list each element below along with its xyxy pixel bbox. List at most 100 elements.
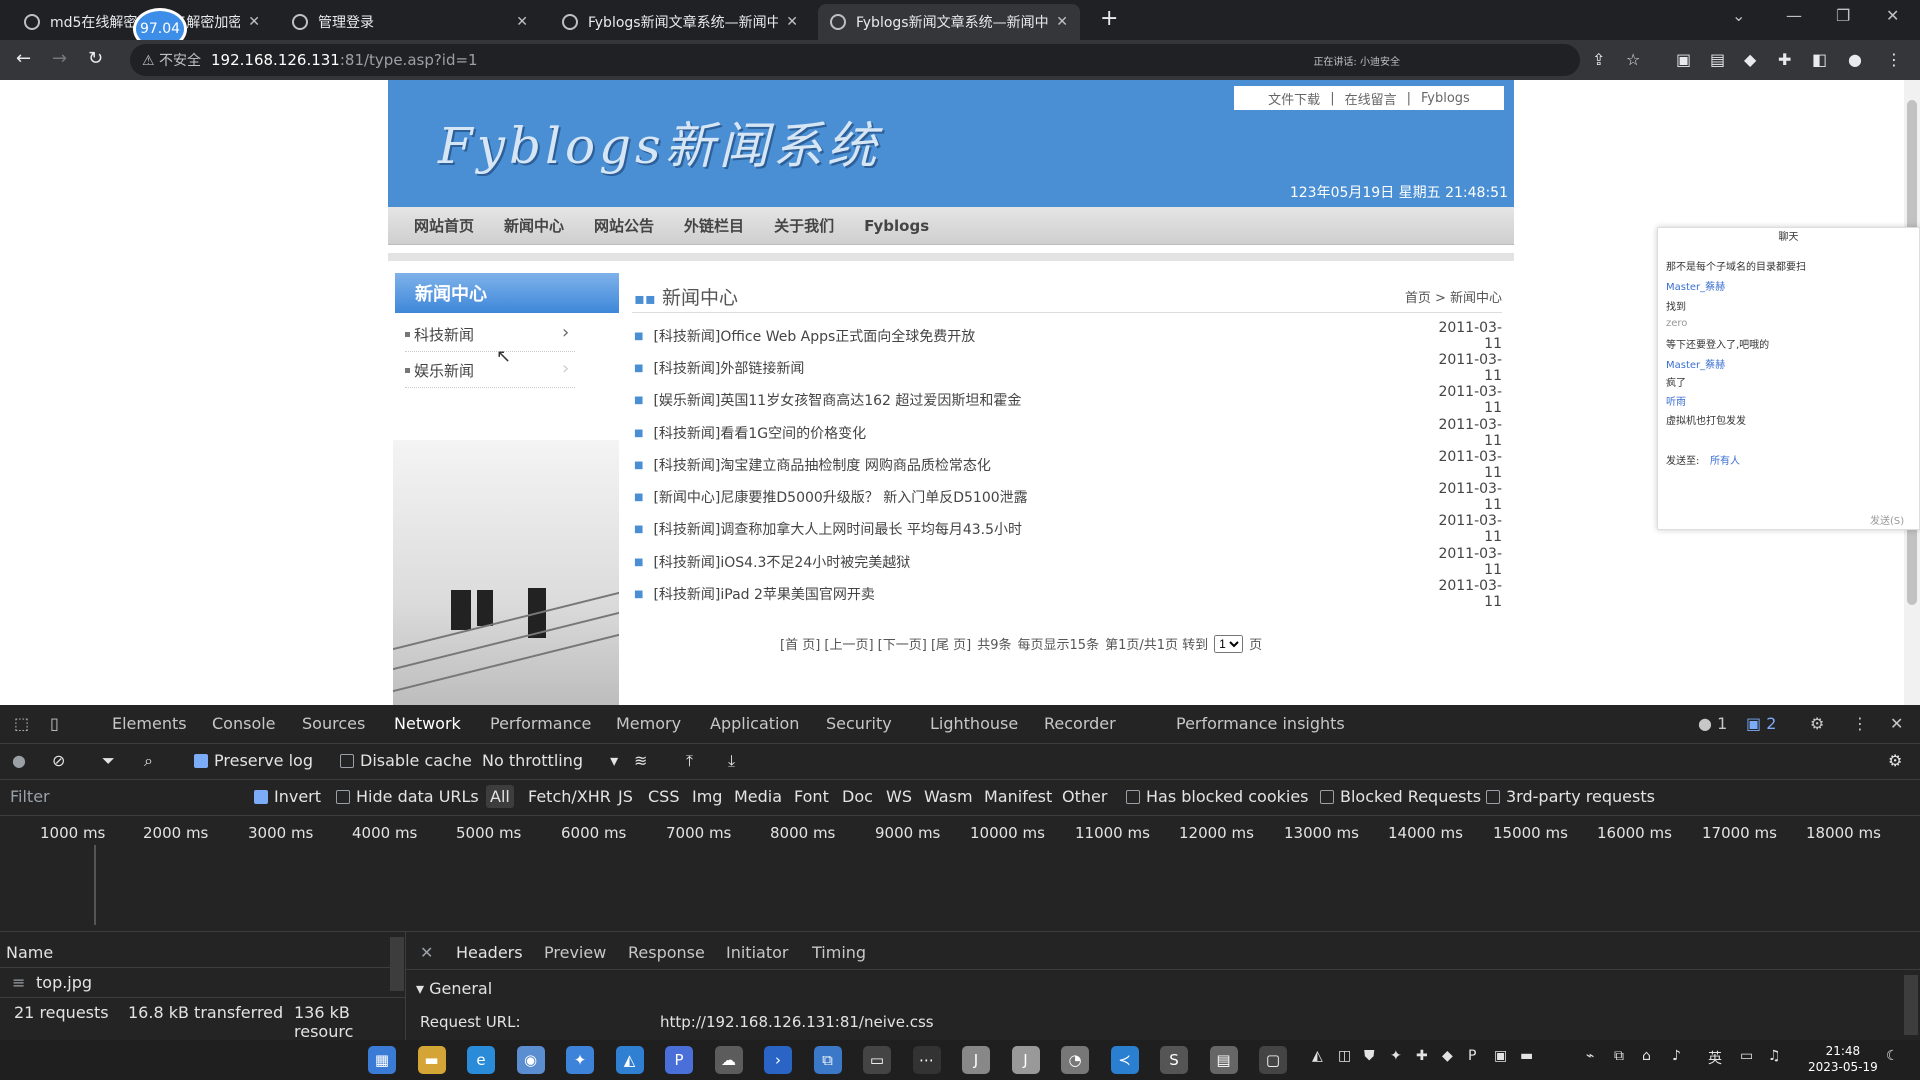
taskbar-app7-icon[interactable]: P	[665, 1046, 693, 1074]
taskbar-app18-icon[interactable]: ▤	[1209, 1046, 1238, 1074]
menu-kebab-icon[interactable]: ⋮	[1886, 50, 1902, 69]
sidebar-item-entertainment-news[interactable]: 娱乐新闻	[405, 354, 575, 388]
detail-tab-headers[interactable]: Headers	[456, 943, 523, 962]
filter-type-other[interactable]: Other	[1062, 787, 1107, 806]
has-blocked-cookies-checkbox[interactable]: Has blocked cookies	[1126, 787, 1309, 806]
clear-icon[interactable]: ⊘	[52, 751, 65, 770]
tab-news-center-active[interactable]: Fyblogs新闻文章系统—新闻中心 ✕	[818, 4, 1080, 40]
taskbar-app15-icon[interactable]: ◔	[1061, 1046, 1089, 1074]
tab-lighthouse[interactable]: Lighthouse	[930, 714, 1018, 733]
close-tab-icon[interactable]: ✕	[1056, 14, 1068, 30]
news-item[interactable]: ■ [娱乐新闻]英国11岁女孩智商高达162 超过爱因斯坦和霍金 2011-03-1…	[632, 384, 1502, 416]
tab-elements[interactable]: Elements	[112, 714, 187, 733]
taskbar-vscode-icon[interactable]: ≺	[1110, 1046, 1139, 1074]
detail-tab-response[interactable]: Response	[628, 943, 705, 962]
detail-tab-timing[interactable]: Timing	[812, 943, 866, 962]
search-icon[interactable]: ⌕	[144, 751, 153, 771]
news-item[interactable]: ■ [科技新闻]Office Web Apps正式面向全球免费开放 2011-03-…	[632, 320, 1502, 352]
menu-external-links[interactable]: 外链栏目	[684, 215, 744, 236]
sidebar-item-tech-news[interactable]: 科技新闻	[405, 318, 575, 352]
taskbar-app6-icon[interactable]: ◭	[615, 1046, 644, 1074]
extension-a-icon[interactable]: ▣	[1676, 50, 1691, 69]
tray-app-e-icon[interactable]: ◆	[1442, 1048, 1453, 1064]
blocked-requests-checkbox[interactable]: Blocked Requests	[1320, 787, 1481, 806]
devtools-close-icon[interactable]: ✕	[1890, 714, 1903, 733]
new-tab-button[interactable]: +	[1100, 6, 1118, 31]
filter-type-manifest[interactable]: Manifest	[984, 787, 1052, 806]
back-icon[interactable]: ←	[16, 48, 31, 69]
tray-app-d-icon[interactable]: ✚	[1416, 1048, 1428, 1064]
tray-app-g-icon[interactable]: ▣	[1494, 1048, 1507, 1064]
taskbar-app14-icon[interactable]: J	[1011, 1046, 1040, 1074]
display-tray-icon[interactable]: ⧉	[1614, 1048, 1624, 1064]
news-item[interactable]: ■ [新闻中心]尼康要推D5000升级版？ 新入门单反D5100泄露 2011-03…	[632, 481, 1502, 513]
detail-tab-preview[interactable]: Preview	[544, 943, 606, 962]
network-conditions-icon[interactable]: ≋	[634, 751, 647, 770]
news-title[interactable]: [科技新闻]Office Web Apps正式面向全球免费开放	[653, 326, 1422, 346]
filter-icon[interactable]: ⏷	[102, 751, 115, 771]
link-online-message[interactable]: 在线留言	[1345, 89, 1397, 108]
tab-console[interactable]: Console	[212, 714, 276, 733]
filter-type-js[interactable]: JS	[618, 787, 633, 806]
inspect-element-icon[interactable]: ⬚	[14, 714, 29, 733]
close-window-icon[interactable]: ✕	[1886, 6, 1899, 25]
settings-gear-icon[interactable]: ⚙	[1810, 714, 1824, 733]
taskbar-powershell-icon[interactable]: ›	[764, 1046, 792, 1074]
tray-app-h-icon[interactable]: ▬	[1520, 1048, 1533, 1064]
news-item[interactable]: ■ [科技新闻]看看1G空间的价格变化 2011-03-11	[632, 417, 1502, 449]
monitor-tray-icon[interactable]: ▭	[1740, 1048, 1753, 1064]
tray-app-b-icon[interactable]: ◫	[1338, 1048, 1351, 1064]
breadcrumb[interactable]: 首页 > 新闻中心	[1405, 287, 1502, 306]
tab-network[interactable]: Network	[394, 714, 461, 733]
message-count[interactable]: ▣ 2	[1746, 714, 1776, 733]
tab-news-center[interactable]: Fyblogs新闻文章系统—新闻中心 ✕	[550, 4, 810, 40]
minimize-icon[interactable]: —	[1786, 6, 1802, 25]
tab-sources[interactable]: Sources	[302, 714, 365, 733]
close-tab-icon[interactable]: ✕	[786, 14, 798, 30]
page-select[interactable]: 1	[1214, 634, 1244, 653]
news-item[interactable]: ■ [科技新闻]iOS4.3不足24小时被完美越狱 2011-03-11	[632, 546, 1502, 578]
address-bar[interactable]: ⚠ 不安全 192.168.126.131 :81/type.asp?id=1 …	[130, 44, 1580, 76]
taskbar-app10-icon[interactable]: ⧉	[813, 1046, 842, 1074]
taskbar-app5-icon[interactable]: ✦	[566, 1046, 594, 1074]
tray-shield-icon[interactable]: ⛊	[1364, 1048, 1375, 1064]
news-title[interactable]: [娱乐新闻]英国11岁女孩智商高达162 超过爱因斯坦和霍金	[653, 390, 1422, 410]
menu-fyblogs[interactable]: Fyblogs	[864, 217, 929, 235]
news-title[interactable]: [新闻中心]尼康要推D5000升级版？ 新入门单反D5100泄露	[653, 487, 1422, 507]
taskbar-app17-icon[interactable]: S	[1160, 1046, 1188, 1074]
network-tray-icon[interactable]: ⌁	[1586, 1048, 1594, 1064]
tray-app-c-icon[interactable]: ✦	[1390, 1048, 1402, 1064]
ime-indicator[interactable]: 英	[1708, 1048, 1722, 1068]
filter-type-wasm[interactable]: Wasm	[924, 787, 973, 806]
name-column-header[interactable]: Name	[6, 943, 53, 962]
close-tab-icon[interactable]: ✕	[516, 14, 528, 30]
tab-performance[interactable]: Performance	[490, 714, 591, 733]
news-title[interactable]: [科技新闻]外部链接新闻	[653, 358, 1422, 378]
chat-recipient[interactable]: 所有人	[1710, 452, 1740, 467]
taskbar-app13-icon[interactable]: J	[962, 1046, 990, 1074]
extension-c-icon[interactable]: ◆	[1744, 50, 1756, 69]
third-party-requests-checkbox[interactable]: 3rd-party requests	[1486, 787, 1655, 806]
restore-icon[interactable]: ❐	[1836, 6, 1850, 25]
news-title[interactable]: [科技新闻]iPad 2苹果美国官网开卖	[653, 584, 1422, 604]
request-list-scrollbar[interactable]	[390, 937, 404, 991]
news-item[interactable]: ■ [科技新闻]调查称加拿大人上网时间最长 平均每月43.5小时 2011-03-1…	[632, 513, 1502, 545]
menu-about-us[interactable]: 关于我们	[774, 215, 834, 236]
filter-input[interactable]: Filter	[10, 787, 50, 806]
news-title[interactable]: [科技新闻]iOS4.3不足24小时被完美越狱	[653, 552, 1422, 572]
reload-icon[interactable]: ↻	[88, 48, 103, 69]
tab-recorder[interactable]: Recorder	[1044, 714, 1116, 733]
notifications-icon[interactable]: ☾	[1886, 1048, 1899, 1064]
tab-memory[interactable]: Memory	[616, 714, 681, 733]
chevron-right-icon[interactable]: ›	[562, 358, 569, 379]
tab-security[interactable]: Security	[826, 714, 892, 733]
hide-data-urls-checkbox[interactable]: Hide data URLs	[336, 787, 479, 806]
side-panel-icon[interactable]: ◧	[1812, 50, 1827, 69]
news-title[interactable]: [科技新闻]淘宝建立商品抽检制度 网购商品质检常态化	[653, 455, 1422, 475]
request-url-value[interactable]: http://192.168.126.131:81/neive.css	[660, 1013, 934, 1031]
filter-type-font[interactable]: Font	[794, 787, 829, 806]
request-item-name[interactable]: top.jpg	[36, 973, 92, 992]
taskbar-app19-icon[interactable]: ▢	[1259, 1046, 1287, 1074]
news-title[interactable]: [科技新闻]调查称加拿大人上网时间最长 平均每月43.5小时	[653, 519, 1422, 539]
tray-app-a-icon[interactable]: ◭	[1312, 1048, 1323, 1064]
